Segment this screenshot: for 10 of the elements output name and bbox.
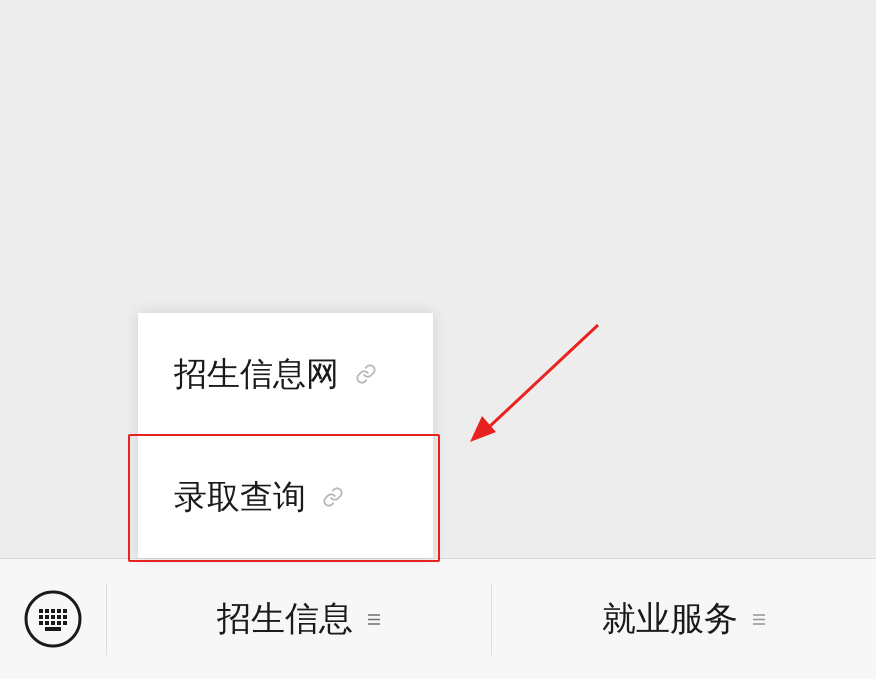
menu-bar-button[interactable]: 就业服务 bbox=[491, 583, 876, 655]
keyboard-icon bbox=[24, 590, 82, 648]
menu-bar-button[interactable]: 招生信息 bbox=[106, 583, 491, 655]
keyboard-button[interactable] bbox=[23, 589, 83, 649]
menu-icon bbox=[752, 612, 766, 626]
link-icon bbox=[355, 363, 377, 385]
popup-menu-item[interactable]: 招生信息网 bbox=[138, 313, 433, 435]
link-icon bbox=[322, 486, 344, 508]
popup-menu-item[interactable]: 录取查询 bbox=[138, 435, 433, 558]
menu-icon bbox=[367, 612, 381, 626]
